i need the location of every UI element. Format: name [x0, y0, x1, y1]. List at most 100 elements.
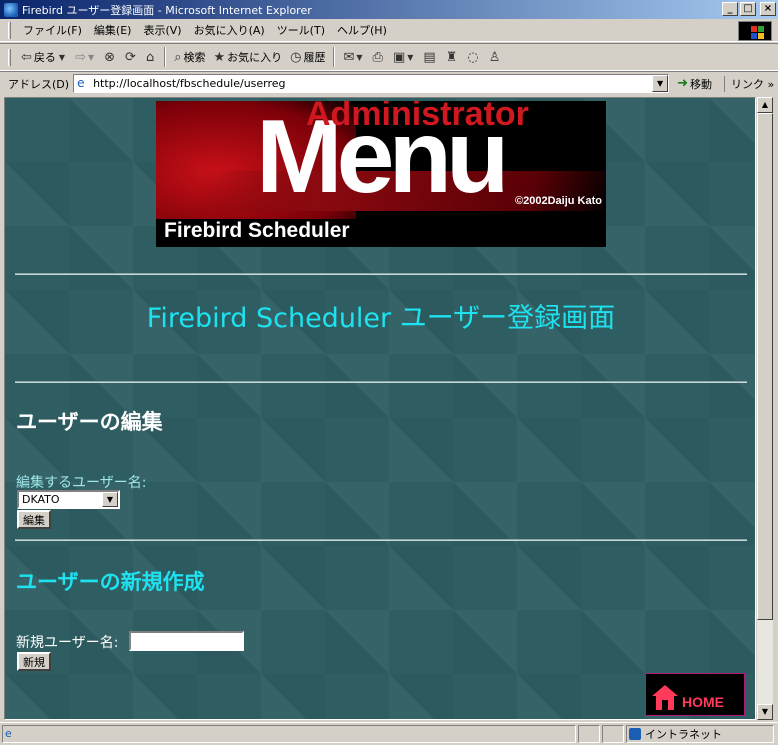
status-cell [602, 725, 624, 743]
status-cell [578, 725, 600, 743]
messenger-button[interactable]: ◌ [463, 50, 484, 65]
user-button[interactable]: ♙ [485, 50, 507, 65]
speech-bubble-icon: ◌ [467, 49, 479, 65]
discuss-button[interactable]: ▤ [419, 50, 441, 65]
edit-button[interactable]: 編集 [17, 510, 51, 529]
home-label: HOME [682, 694, 724, 710]
print-button[interactable]: ⎙ [369, 50, 389, 65]
search-label: 検索 [183, 51, 206, 64]
page-content: Menu Administrator ©2002Daiju Kato Fireb… [4, 97, 756, 720]
chevron-down-icon[interactable]: ▼ [407, 53, 413, 62]
menu-tools[interactable]: ツール(T) [271, 22, 331, 38]
minimize-button[interactable]: _ [722, 2, 738, 16]
go-arrow-icon: ➜ [677, 76, 688, 91]
address-input[interactable]: e http://localhost/fbschedule/userreg ▼ [73, 74, 670, 93]
toolbar-grip[interactable] [8, 21, 11, 39]
user-icon: ♙ [488, 49, 501, 65]
edit-user-label: 編集するユーザー名: [16, 475, 147, 491]
user-select[interactable]: DKATO ▼ [17, 490, 120, 509]
edit-user-heading: ユーザーの編集 [16, 410, 163, 434]
vertical-scrollbar[interactable]: ▲ ▼ [757, 97, 773, 720]
favorites-button[interactable]: ★ お気に入り [209, 49, 286, 65]
search-button[interactable]: ⌕ 検索 [170, 49, 209, 65]
status-text-cell: e [2, 725, 576, 743]
edit-page-button[interactable]: ▣ ▼ [389, 50, 419, 65]
banner-product-name: Firebird Scheduler [164, 219, 350, 242]
scroll-thumb[interactable] [757, 113, 773, 620]
new-user-label: 新規ユーザー名: [16, 635, 119, 651]
windows-logo-icon [738, 21, 772, 41]
menu-favorites[interactable]: お気に入り(A) [188, 22, 271, 38]
home-icon: ⌂ [145, 49, 155, 65]
close-button[interactable]: × [760, 2, 776, 16]
search-icon: ⌕ [174, 49, 182, 65]
ie-icon [4, 2, 18, 17]
menu-file[interactable]: ファイル(F) [17, 22, 88, 38]
forward-arrow-icon: ⇨ [75, 49, 86, 65]
divider [15, 381, 747, 383]
menubar: ファイル(F) 編集(E) 表示(V) お気に入り(A) ツール(T) ヘルプ(… [0, 19, 778, 42]
zone-label: イントラネット [645, 728, 722, 741]
window-title: Firebird ユーザー登録画面 - Microsoft Internet E… [22, 3, 312, 17]
chevron-down-icon[interactable]: ▼ [59, 53, 65, 62]
document-icon: ▤ [423, 49, 436, 65]
stop-icon: ⊗ [104, 49, 116, 65]
forward-button[interactable]: ⇨ ▼ [71, 50, 100, 65]
research-button[interactable]: ♜ [442, 50, 464, 65]
address-bar: アドレス(D) e http://localhost/fbschedule/us… [0, 71, 778, 95]
new-button[interactable]: 新規 [17, 652, 51, 671]
admin-menu-banner: Menu Administrator ©2002Daiju Kato Fireb… [156, 101, 606, 247]
refresh-icon: ⟳ [125, 49, 136, 65]
standard-toolbar: ⇦ 戻る ▼ ⇨ ▼ ⊗ ⟳ ⌂ ⌕ 検索 ★ お気に入り ◷ 履歴 ✉ ▼ ⎙ … [0, 43, 778, 71]
mail-icon: ✉ [343, 49, 355, 65]
window-titlebar: Firebird ユーザー登録画面 - Microsoft Internet E… [0, 0, 778, 19]
menu-edit[interactable]: 編集(E) [88, 22, 138, 38]
banner-copyright: ©2002Daiju Kato [515, 195, 602, 207]
scroll-down-button[interactable]: ▼ [757, 704, 773, 720]
chevron-down-icon[interactable]: ▼ [102, 492, 118, 507]
new-user-heading: ユーザーの新規作成 [16, 570, 205, 594]
user-select-value: DKATO [22, 493, 60, 506]
address-url[interactable]: http://localhost/fbschedule/userreg [93, 77, 285, 90]
chevron-down-icon[interactable]: ▼ [356, 53, 362, 62]
new-user-input[interactable] [129, 631, 244, 651]
address-dropdown-button[interactable]: ▼ [652, 75, 669, 92]
address-label: アドレス(D) [8, 77, 70, 91]
history-icon: ◷ [290, 49, 302, 65]
back-button[interactable]: ⇦ 戻る ▼ [17, 49, 71, 65]
edit-icon: ▣ [392, 49, 406, 65]
banner-admin-text: Administrator [306, 101, 529, 133]
history-label: 履歴 [303, 51, 326, 64]
back-arrow-icon: ⇦ [21, 49, 32, 65]
research-icon: ♜ [445, 49, 458, 65]
home-toolbar-button[interactable]: ⌂ [142, 50, 160, 65]
intranet-icon [629, 728, 641, 740]
print-icon: ⎙ [372, 49, 383, 65]
go-label: 移動 [689, 77, 712, 91]
mail-button[interactable]: ✉ ▼ [339, 50, 368, 65]
toolbar-grip[interactable] [8, 48, 11, 66]
toolbar-separator [164, 47, 167, 67]
scroll-up-button[interactable]: ▲ [757, 97, 773, 113]
divider [15, 539, 747, 541]
go-button[interactable]: ➜ 移動 [677, 76, 712, 92]
history-button[interactable]: ◷ 履歴 [286, 49, 329, 65]
links-button[interactable]: リンク » [723, 75, 774, 92]
page-title: Firebird Scheduler ユーザー登録画面 [146, 303, 616, 334]
page-icon: e [77, 76, 85, 90]
house-icon [652, 685, 678, 710]
refresh-button[interactable]: ⟳ [121, 50, 142, 65]
divider [15, 273, 747, 275]
favorites-label: お気に入り [227, 51, 283, 64]
menu-view[interactable]: 表示(V) [137, 22, 187, 38]
favorites-icon: ★ [213, 49, 226, 65]
maximize-button[interactable]: □ [740, 2, 756, 16]
home-link-button[interactable]: HOME [645, 673, 745, 716]
chevron-down-icon[interactable]: ▼ [88, 53, 94, 62]
menu-help[interactable]: ヘルプ(H) [331, 22, 393, 38]
stop-button[interactable]: ⊗ [100, 50, 121, 65]
status-bar: e イントラネット [0, 722, 778, 745]
back-label: 戻る [33, 51, 56, 64]
page-status-icon: e [5, 727, 12, 740]
security-zone: イントラネット [626, 725, 774, 743]
